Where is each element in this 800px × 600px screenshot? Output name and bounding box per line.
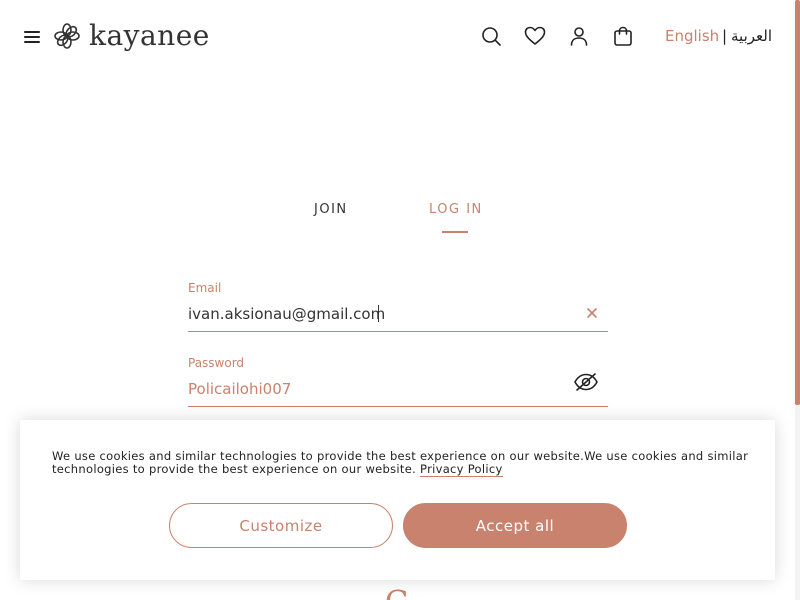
toggle-password-visibility[interactable] <box>573 371 599 393</box>
email-underline <box>188 331 608 332</box>
lang-separator: | <box>722 27 728 45</box>
lang-arabic-link[interactable]: العربية <box>731 26 772 46</box>
password-underline <box>188 406 608 407</box>
logo-mark-icon <box>54 23 80 49</box>
brand-logo[interactable]: kayanee <box>53 18 210 54</box>
customize-button[interactable]: Customize <box>169 503 393 548</box>
password-label: Password <box>188 356 245 370</box>
site-header: kayanee English | العربية <box>0 0 795 72</box>
accept-all-button[interactable]: Accept all <box>403 503 627 548</box>
heart-icon[interactable] <box>524 25 546 47</box>
tab-join[interactable]: JOIN <box>314 202 348 218</box>
lang-english-link[interactable]: English <box>665 26 719 46</box>
eye-off-icon <box>574 373 598 391</box>
scrollbar-thumb[interactable] <box>795 0 800 405</box>
close-icon <box>587 308 597 318</box>
active-tab-indicator <box>442 231 468 233</box>
text-caret <box>378 305 379 322</box>
partial-decorative-glyph: G <box>385 588 409 600</box>
search-icon[interactable] <box>480 25 502 47</box>
email-field[interactable] <box>188 302 578 326</box>
cookie-message: We use cookies and similar technologies … <box>52 449 752 477</box>
user-icon[interactable] <box>568 25 590 47</box>
clear-email-button[interactable] <box>584 305 600 321</box>
logo-text: kayanee <box>89 19 210 52</box>
cookie-text: We use cookies and similar technologies … <box>52 449 749 476</box>
password-field[interactable] <box>188 377 578 401</box>
menu-icon[interactable] <box>22 28 42 44</box>
bag-icon[interactable] <box>612 25 634 47</box>
cookie-banner: We use cookies and similar technologies … <box>20 420 775 580</box>
privacy-policy-link[interactable]: Privacy Policy <box>420 462 503 477</box>
email-label: Email <box>188 281 222 295</box>
tab-login[interactable]: LOG IN <box>429 202 483 218</box>
